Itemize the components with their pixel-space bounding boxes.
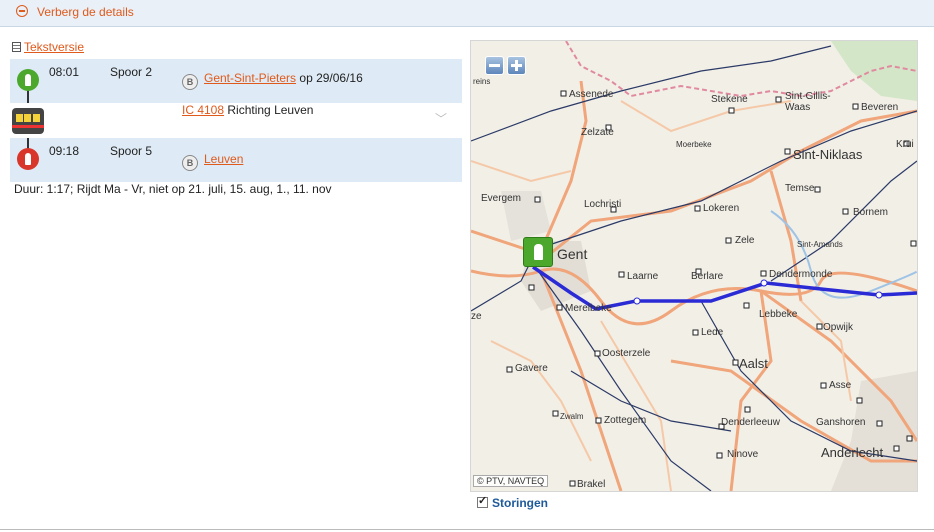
map-label: Laarne bbox=[627, 271, 659, 282]
departure-station-link[interactable]: Gent-Sint-Pieters bbox=[204, 71, 296, 85]
departure-time: 08:01 bbox=[49, 65, 80, 79]
map-label: Krui bbox=[896, 139, 914, 150]
map-label: Lebbeke bbox=[759, 309, 798, 320]
map-label: Bornem bbox=[853, 207, 889, 218]
map-label: Opwijk bbox=[823, 322, 854, 333]
start-marker-icon[interactable] bbox=[523, 237, 553, 267]
map-label: Lochristi bbox=[584, 199, 622, 210]
departure-date: op 29/06/16 bbox=[299, 71, 363, 85]
arrival-time: 09:18 bbox=[49, 144, 80, 158]
arrival-icon bbox=[17, 148, 39, 170]
arrival-row: 09:18 Spoor 5 B Leuven bbox=[10, 138, 462, 182]
map-label: Oosterzele bbox=[602, 348, 651, 359]
route-map[interactable]: reins Assenede Stekene Sint-Gillis- Waas… bbox=[470, 40, 918, 492]
map-label: Zele bbox=[735, 235, 755, 246]
map-label: Waas bbox=[785, 102, 811, 113]
text-version-label[interactable]: Tekstversie bbox=[24, 40, 84, 54]
duration-info: Duur: 1:17; Rijdt Ma - Vr, niet op 21. j… bbox=[14, 182, 332, 196]
map-label: Gent bbox=[557, 246, 588, 262]
train-row: IC 4108 Richting Leuven ﹀ bbox=[10, 103, 462, 138]
map-label: Aalst bbox=[739, 356, 768, 371]
map-label: Ganshoren bbox=[816, 417, 866, 428]
zoom-in-button[interactable] bbox=[507, 56, 526, 75]
map-copyright: © PTV, NAVTEQ bbox=[473, 475, 549, 487]
map-label: Zwalm bbox=[560, 412, 584, 421]
map-label: Gavere bbox=[515, 363, 548, 374]
departure-platform: Spoor 2 bbox=[110, 65, 153, 79]
map-label: Moerbeke bbox=[676, 140, 712, 149]
text-version-link[interactable]: Tekstversie bbox=[12, 40, 84, 54]
departure-row: 08:01 Spoor 2 B Gent-Sint-Pieters op 29/0… bbox=[10, 59, 462, 103]
nmbs-logo-icon: B bbox=[182, 74, 198, 90]
departure-icon bbox=[17, 69, 39, 91]
disruptions-checkbox[interactable] bbox=[477, 494, 488, 508]
map-label: Sint-Gillis- bbox=[785, 91, 831, 102]
map-label: Lede bbox=[701, 327, 724, 338]
arrival-station-link[interactable]: Leuven bbox=[204, 152, 243, 166]
map-label: Temse bbox=[785, 183, 815, 194]
train-direction: Richting Leuven bbox=[227, 103, 314, 117]
map-label: Dendermonde bbox=[769, 269, 833, 280]
map-label: Sint-Niklaas bbox=[793, 147, 863, 162]
disruptions-toggle[interactable]: Storingen bbox=[477, 494, 548, 510]
map-label: Stekene bbox=[711, 94, 748, 105]
zoom-out-button[interactable] bbox=[485, 56, 504, 75]
nmbs-logo-icon: B bbox=[182, 155, 198, 171]
map-label: Beveren bbox=[861, 102, 899, 113]
disruptions-label[interactable]: Storingen bbox=[492, 496, 548, 510]
map-label: Zottegem bbox=[604, 415, 647, 426]
train-icon bbox=[12, 108, 44, 134]
map-label: Ninove bbox=[727, 449, 759, 460]
map-label: Asse bbox=[829, 380, 852, 391]
map-label: Denderleeuw bbox=[721, 417, 780, 428]
document-icon bbox=[12, 42, 21, 52]
divider bbox=[0, 529, 934, 530]
map-label: Assenede bbox=[569, 89, 614, 100]
chevron-down-icon[interactable]: ﹀ bbox=[435, 110, 447, 127]
map-label: Zelzate bbox=[581, 127, 614, 138]
arrival-platform: Spoor 5 bbox=[110, 144, 153, 158]
map-label: Sint-Amands bbox=[797, 240, 843, 249]
map-label: Lokeren bbox=[703, 203, 740, 214]
details-toggle-label[interactable]: Verberg de details bbox=[37, 5, 134, 19]
map-label: Anderlecht bbox=[821, 445, 884, 460]
details-toggle-bar[interactable]: Verberg de details bbox=[0, 0, 934, 27]
map-label: Berlare bbox=[691, 271, 724, 282]
map-label: ze bbox=[471, 311, 482, 322]
map-label: Brakel bbox=[577, 479, 606, 490]
collapse-icon[interactable] bbox=[16, 5, 28, 17]
train-number-link[interactable]: IC 4108 bbox=[182, 103, 224, 117]
map-label: Merelbeke bbox=[565, 303, 612, 314]
map-label: reins bbox=[473, 77, 491, 86]
map-label: Evergem bbox=[481, 193, 522, 204]
